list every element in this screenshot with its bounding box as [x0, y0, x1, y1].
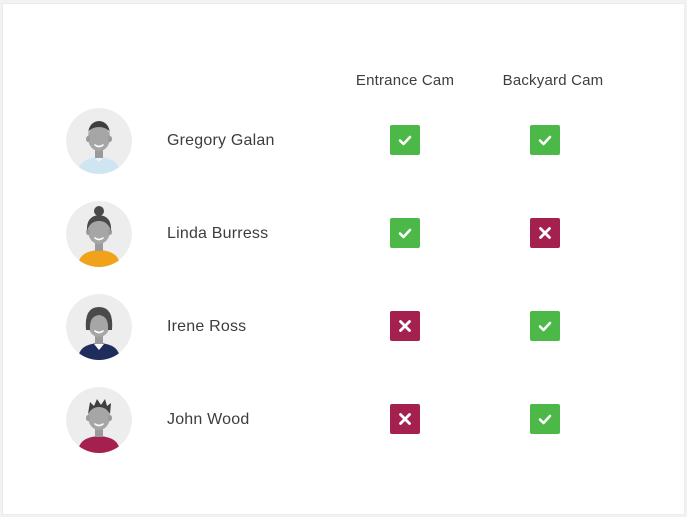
person-avatar-icon	[66, 108, 132, 174]
avatar	[66, 387, 132, 453]
person-avatar-icon	[66, 201, 132, 267]
entrance-cam-access-toggle[interactable]	[390, 125, 420, 155]
x-mark-icon	[399, 320, 411, 332]
user-row: Gregory Galan	[3, 108, 686, 178]
user-name: Gregory Galan	[167, 132, 275, 149]
user-name: Linda Burress	[167, 225, 269, 242]
user-name: Irene Ross	[167, 318, 247, 335]
backyard-cam-access-toggle[interactable]	[530, 125, 560, 155]
backyard-cam-access-toggle[interactable]	[530, 218, 560, 248]
camera-access-card: Entrance Cam Backyard Cam Gregory Galan …	[2, 3, 685, 515]
person-avatar-icon	[66, 387, 132, 453]
x-mark-icon	[399, 413, 411, 425]
backyard-cam-access-toggle[interactable]	[530, 311, 560, 341]
entrance-cam-access-toggle[interactable]	[390, 218, 420, 248]
checkmark-icon	[398, 228, 412, 239]
backyard-cam-access-toggle[interactable]	[530, 404, 560, 434]
user-name: John Wood	[167, 411, 250, 428]
user-row: John Wood	[3, 387, 686, 457]
checkmark-icon	[538, 135, 552, 146]
entrance-cam-access-toggle[interactable]	[390, 404, 420, 434]
x-mark-icon	[539, 227, 551, 239]
checkmark-icon	[398, 135, 412, 146]
user-row: Irene Ross	[3, 294, 686, 364]
avatar	[66, 108, 132, 174]
avatar	[66, 294, 132, 360]
checkmark-icon	[538, 414, 552, 425]
checkmark-icon	[538, 321, 552, 332]
person-avatar-icon	[66, 294, 132, 360]
entrance-cam-access-toggle[interactable]	[390, 311, 420, 341]
column-header-backyard-cam: Backyard Cam	[502, 72, 604, 89]
user-row: Linda Burress	[3, 201, 686, 271]
avatar	[66, 201, 132, 267]
column-header-entrance-cam: Entrance Cam	[355, 72, 455, 89]
